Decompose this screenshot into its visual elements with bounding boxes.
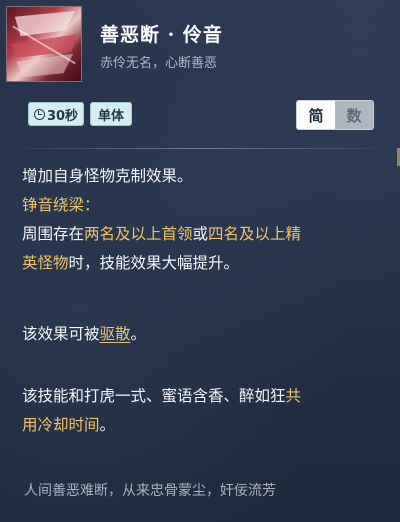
- shared-cooldown-note: 该技能和打虎一式、蜜语含香、醉如狂共 用冷却时间。: [22, 387, 302, 434]
- description-mode-toggle[interactable]: 简 数: [296, 100, 374, 130]
- skill-art-icon: [6, 6, 82, 82]
- skill-subtitle: 赤伶无名，心断善恶: [100, 56, 218, 71]
- desc-line-condition: 周围存在两名及以上首领或四名及以上精: [22, 225, 302, 243]
- dispel-note: 该效果可被驱散。: [22, 325, 147, 343]
- desc-section-title: 铮音绕梁：: [22, 196, 100, 214]
- highlight-boss-count: 两名及以上首领: [84, 225, 193, 243]
- skill-description: 增加自身怪物克制效果。 铮音绕梁： 周围存在两名及以上首领或四名及以上精 英怪物…: [22, 162, 382, 278]
- highlight-elite-count: 四名及以上精: [208, 225, 302, 243]
- header-divider: [22, 148, 378, 149]
- numeric-mode-option[interactable]: 数: [335, 101, 373, 129]
- desc-line-effect: 增加自身怪物克制效果。: [22, 167, 193, 185]
- dispel-link[interactable]: 驱散: [100, 325, 131, 343]
- cooldown-value: 30秒: [46, 108, 79, 124]
- target-type-badge: 单体: [90, 102, 132, 126]
- simple-mode-label: 简: [308, 106, 324, 125]
- clock-icon: [33, 108, 45, 120]
- desc-line-condition-cont: 英怪物时，技能效果大幅提升。: [22, 254, 240, 272]
- cooldown-badge: 30秒: [28, 102, 84, 126]
- numeric-mode-label: 数: [346, 106, 362, 125]
- flavor-poem: 人间善恶难断，从来忠骨蒙尘，奸佞流芳: [24, 483, 276, 499]
- target-type-label: 单体: [97, 108, 124, 124]
- highlight-shared-cooldown: 用冷却时间: [22, 416, 100, 434]
- simple-mode-option[interactable]: 简: [297, 101, 335, 129]
- skill-name: 善恶断 · 伶音: [100, 24, 223, 46]
